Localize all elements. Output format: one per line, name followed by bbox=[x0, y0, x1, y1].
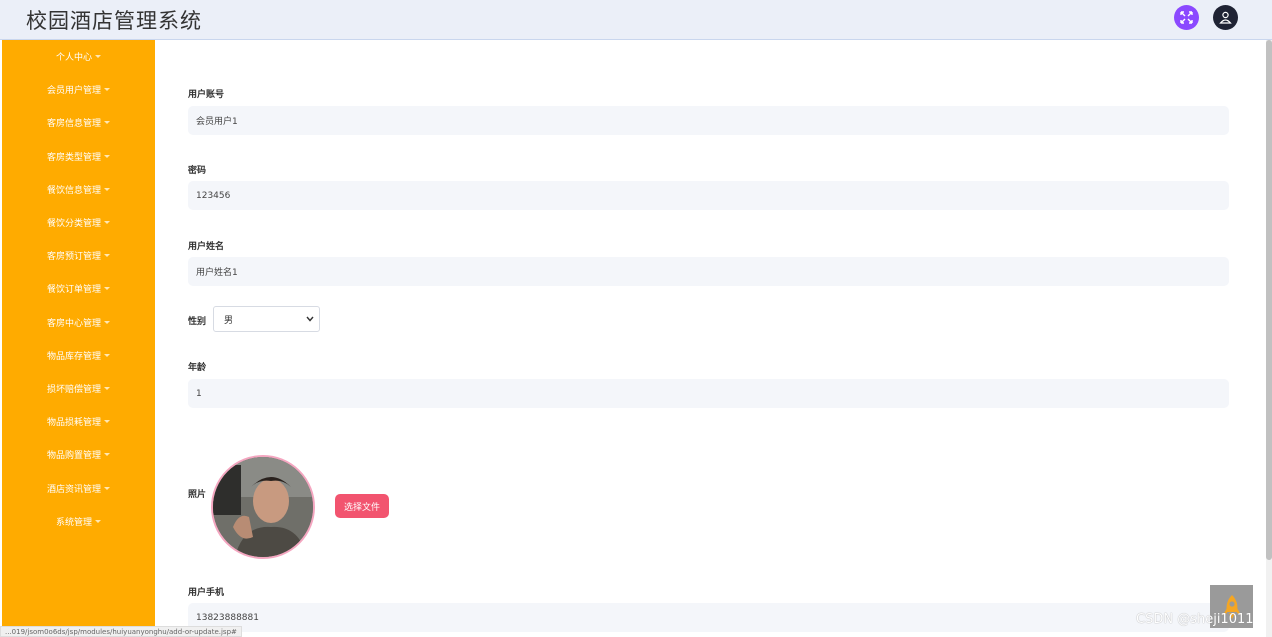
photo-label: 照片 bbox=[188, 490, 207, 500]
top-header: 校园酒店管理系统 bbox=[0, 0, 1272, 40]
chevron-down-icon bbox=[306, 316, 314, 322]
sidebar-item-label: 系统管理 bbox=[55, 517, 92, 528]
scrollbar-thumb[interactable] bbox=[1266, 40, 1272, 560]
choose-file-button[interactable]: 选择文件 bbox=[335, 494, 389, 518]
sidebar-item-room-booking[interactable]: 客房预订管理 bbox=[2, 239, 155, 272]
name-field[interactable]: 用户姓名1 bbox=[188, 257, 1229, 286]
sidebar-item-label: 餐饮分类管理 bbox=[46, 219, 101, 230]
sidebar-item-label: 个人中心 bbox=[55, 53, 92, 64]
sidebar-item-dining-category[interactable]: 餐饮分类管理 bbox=[2, 206, 155, 239]
name-label: 用户姓名 bbox=[188, 242, 225, 252]
browser-status-url: ...019/jsom0o6ds/jsp/modules/huiyuanyong… bbox=[0, 626, 242, 637]
sidebar-item-label: 餐饮信息管理 bbox=[46, 185, 101, 196]
caret-down-icon bbox=[104, 154, 110, 158]
sidebar-item-label: 物品库存管理 bbox=[46, 351, 101, 362]
sidebar-item-hotel-news[interactable]: 酒店资讯管理 bbox=[2, 471, 155, 504]
password-label: 密码 bbox=[188, 166, 207, 176]
sidebar-item-label: 客房中心管理 bbox=[46, 318, 101, 329]
gender-label: 性别 bbox=[188, 317, 207, 327]
age-label: 年龄 bbox=[188, 363, 207, 373]
sidebar-menu: 个人中心 会员用户管理 客房信息管理 客房类型管理 餐饮信息管理 餐饮分类管理 … bbox=[2, 40, 155, 637]
user-photo bbox=[211, 455, 315, 559]
form-panel: 用户账号 会员用户1 密码 123456 用户姓名 用户姓名1 性别 男 年龄 … bbox=[155, 40, 1268, 637]
sidebar-item-personal-center[interactable]: 个人中心 bbox=[2, 40, 155, 73]
sidebar-item-label: 酒店资讯管理 bbox=[46, 484, 101, 495]
caret-down-icon bbox=[95, 55, 101, 59]
sidebar-item-member-users[interactable]: 会员用户管理 bbox=[2, 73, 155, 106]
sidebar-item-label: 餐饮订单管理 bbox=[46, 285, 101, 296]
sidebar-item-label: 损坏赔偿管理 bbox=[46, 384, 101, 395]
sidebar-item-room-info[interactable]: 客房信息管理 bbox=[2, 106, 155, 139]
caret-down-icon bbox=[104, 320, 110, 324]
sidebar-item-label: 会员用户管理 bbox=[46, 86, 101, 97]
password-field[interactable]: 123456 bbox=[188, 181, 1229, 210]
page-scrollbar[interactable] bbox=[1266, 40, 1272, 637]
sidebar-item-dining-orders[interactable]: 餐饮订单管理 bbox=[2, 272, 155, 305]
caret-down-icon bbox=[104, 453, 110, 457]
phone-field[interactable]: 13823888881 bbox=[188, 603, 1229, 632]
caret-down-icon bbox=[104, 486, 110, 490]
watermark: CSDN @sheji1011 bbox=[1136, 612, 1254, 627]
sidebar-item-dining-info[interactable]: 餐饮信息管理 bbox=[2, 173, 155, 206]
sidebar-item-label: 客房预订管理 bbox=[46, 252, 101, 263]
caret-down-icon bbox=[95, 519, 101, 523]
account-label: 用户账号 bbox=[188, 90, 225, 100]
sidebar-item-room-type[interactable]: 客房类型管理 bbox=[2, 140, 155, 173]
sidebar-item-item-loss[interactable]: 物品损耗管理 bbox=[2, 405, 155, 438]
sidebar-item-inventory[interactable]: 物品库存管理 bbox=[2, 339, 155, 372]
sidebar-item-purchasing[interactable]: 物品购置管理 bbox=[2, 438, 155, 471]
app-title: 校园酒店管理系统 bbox=[26, 9, 202, 33]
fullscreen-icon[interactable] bbox=[1174, 5, 1199, 30]
caret-down-icon bbox=[104, 121, 110, 125]
sidebar-item-system[interactable]: 系统管理 bbox=[2, 505, 155, 538]
account-field[interactable]: 会员用户1 bbox=[188, 106, 1229, 135]
sidebar-item-label: 物品购置管理 bbox=[46, 451, 101, 462]
caret-down-icon bbox=[104, 386, 110, 390]
phone-label: 用户手机 bbox=[188, 588, 225, 598]
caret-down-icon bbox=[104, 187, 110, 191]
age-field[interactable]: 1 bbox=[188, 379, 1229, 408]
caret-down-icon bbox=[104, 353, 110, 357]
sidebar-item-label: 物品损耗管理 bbox=[46, 418, 101, 429]
caret-down-icon bbox=[104, 287, 110, 291]
gender-select-value: 男 bbox=[224, 315, 234, 326]
caret-down-icon bbox=[104, 221, 110, 225]
sidebar-item-label: 客房类型管理 bbox=[46, 152, 101, 163]
user-avatar-icon[interactable] bbox=[1213, 5, 1238, 30]
caret-down-icon bbox=[104, 88, 110, 92]
sidebar-item-label: 客房信息管理 bbox=[46, 119, 101, 130]
gender-select[interactable]: 男 bbox=[213, 306, 320, 332]
caret-down-icon bbox=[104, 420, 110, 424]
sidebar-item-room-center[interactable]: 客房中心管理 bbox=[2, 306, 155, 339]
caret-down-icon bbox=[104, 254, 110, 258]
sidebar-item-damage-compensation[interactable]: 损坏赔偿管理 bbox=[2, 372, 155, 405]
